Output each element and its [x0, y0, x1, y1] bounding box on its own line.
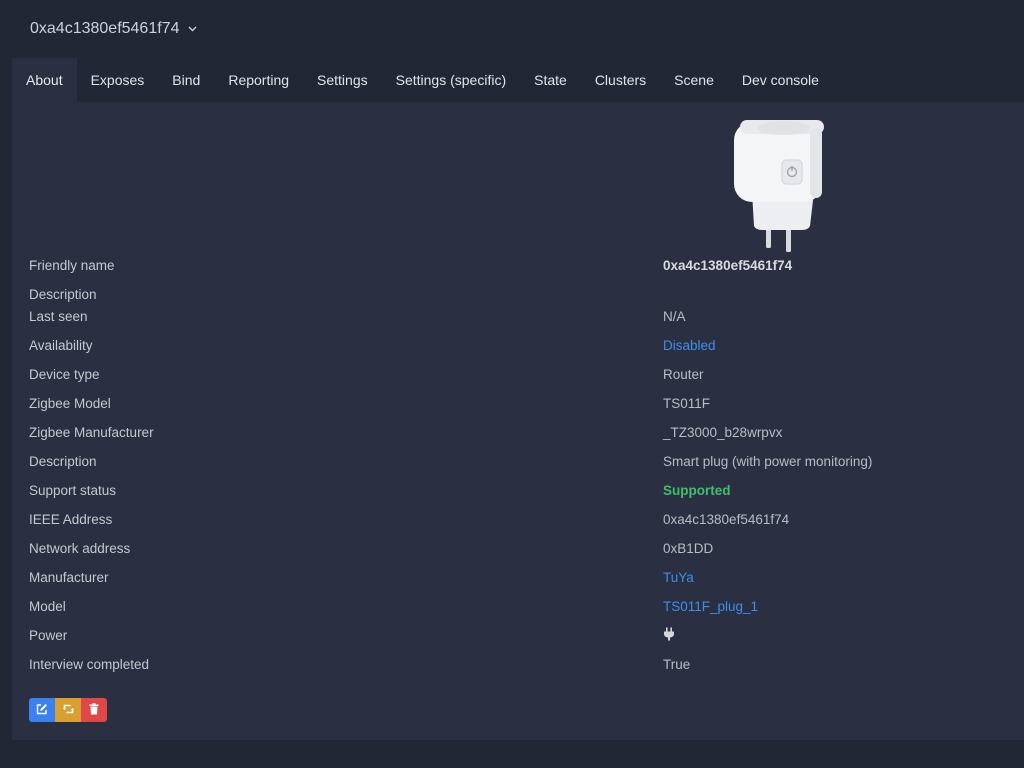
row-model: Model TS011F_plug_1: [29, 595, 1009, 617]
tab-state[interactable]: State: [520, 58, 581, 102]
row-power: Power: [29, 624, 1009, 646]
tab-settings[interactable]: Settings: [303, 58, 382, 102]
label-model: Model: [29, 598, 66, 614]
label-zigbee-manufacturer: Zigbee Manufacturer: [29, 424, 154, 440]
value-ieee-address: 0xa4c1380ef5461f74: [663, 511, 790, 527]
label-network-address: Network address: [29, 540, 131, 556]
row-device-type: Device type Router: [29, 363, 1009, 385]
tab-scene[interactable]: Scene: [660, 58, 728, 102]
row-support-status: Support status Supported: [29, 479, 1009, 501]
support-status-badge: Supported: [663, 482, 731, 498]
value-description: Smart plug (with power monitoring): [663, 453, 873, 469]
tab-settings-specific[interactable]: Settings (specific): [382, 58, 520, 102]
row-interview-completed: Interview completed True: [29, 653, 1009, 675]
retweet-icon: [62, 703, 75, 718]
label-device-type: Device type: [29, 366, 100, 382]
value-network-address: 0xB1DD: [663, 540, 714, 556]
edit-button[interactable]: [29, 698, 55, 722]
tab-bind[interactable]: Bind: [158, 58, 214, 102]
value-device-type: Router: [663, 366, 704, 382]
row-manufacturer: Manufacturer TuYa: [29, 566, 1009, 588]
about-panel: Friendly name 0xa4c1380ef5461f74 Descrip…: [12, 102, 1024, 740]
label-manufacturer: Manufacturer: [29, 569, 109, 585]
device-actions: [29, 698, 107, 722]
row-description: Description Smart plug (with power monit…: [29, 450, 1009, 472]
tab-about[interactable]: About: [12, 58, 77, 102]
label-availability: Availability: [29, 337, 93, 353]
availability-link[interactable]: Disabled: [663, 338, 716, 353]
manufacturer-link[interactable]: TuYa: [663, 570, 694, 585]
value-friendly-name: 0xa4c1380ef5461f74: [663, 257, 793, 273]
tab-bar: About Exposes Bind Reporting Settings Se…: [12, 58, 833, 102]
label-ieee-address: IEEE Address: [29, 511, 113, 527]
label-last-seen: Last seen: [29, 308, 88, 324]
model-link[interactable]: TS011F_plug_1: [663, 599, 758, 614]
chevron-down-icon: [187, 24, 197, 34]
row-network-address: Network address 0xB1DD: [29, 537, 1009, 559]
device-selector[interactable]: 0xa4c1380ef5461f74: [30, 20, 197, 38]
edit-icon: [36, 703, 48, 718]
value-zigbee-manufacturer: _TZ3000_b28wrpvx: [663, 424, 783, 440]
row-zigbee-model: Zigbee Model TS011F: [29, 392, 1009, 414]
label-support-status: Support status: [29, 482, 117, 498]
remove-button[interactable]: [81, 698, 107, 722]
device-properties: Friendly name 0xa4c1380ef5461f74 Descrip…: [12, 102, 1024, 740]
plug-icon: [663, 627, 675, 644]
tab-clusters[interactable]: Clusters: [581, 58, 660, 102]
row-availability: Availability Disabled: [29, 334, 1009, 356]
value-last-seen: N/A: [663, 308, 686, 324]
trash-icon: [89, 702, 99, 718]
label-description-editable: Description: [29, 286, 97, 302]
label-friendly-name: Friendly name: [29, 257, 115, 273]
value-zigbee-model: TS011F: [663, 395, 711, 411]
row-friendly-name: Friendly name 0xa4c1380ef5461f74: [29, 254, 1009, 276]
row-last-seen: Last seen N/A: [29, 305, 1009, 327]
tab-exposes[interactable]: Exposes: [77, 58, 159, 102]
row-ieee-address: IEEE Address 0xa4c1380ef5461f74: [29, 508, 1009, 530]
reconfigure-button[interactable]: [55, 698, 81, 722]
row-zigbee-manufacturer: Zigbee Manufacturer _TZ3000_b28wrpvx: [29, 421, 1009, 443]
label-interview-completed: Interview completed: [29, 656, 150, 672]
device-title: 0xa4c1380ef5461f74: [30, 20, 180, 37]
tab-reporting[interactable]: Reporting: [214, 58, 303, 102]
label-description: Description: [29, 453, 97, 469]
tab-dev-console[interactable]: Dev console: [728, 58, 833, 102]
value-interview-completed: True: [663, 656, 691, 672]
row-description-editable: Description: [29, 283, 1009, 305]
label-power: Power: [29, 627, 68, 643]
label-zigbee-model: Zigbee Model: [29, 395, 111, 411]
